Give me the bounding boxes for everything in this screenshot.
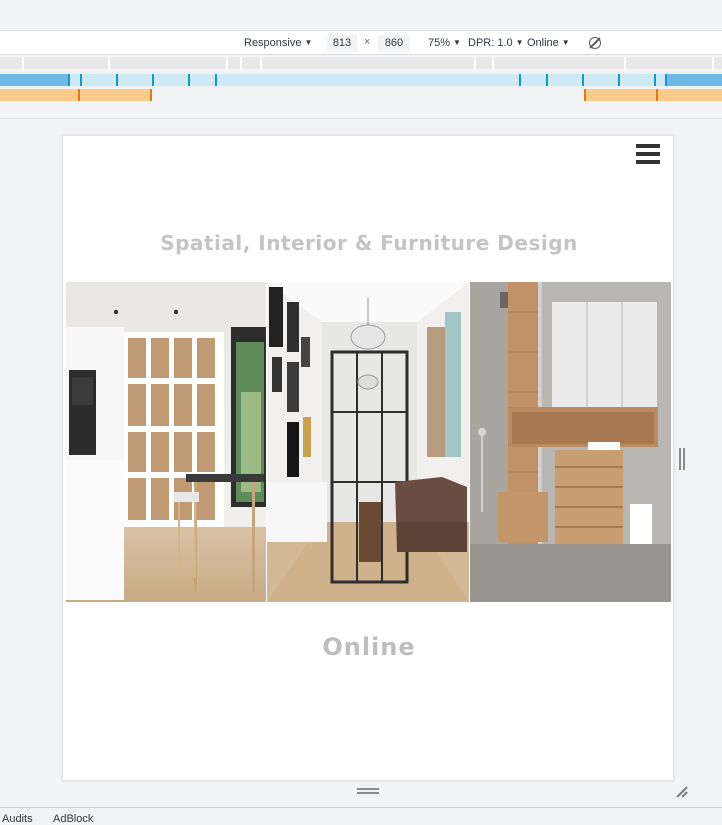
viewport-resize-handle-bottom[interactable] bbox=[357, 788, 379, 794]
dpr-select[interactable]: DPR: 1.0 ▼ bbox=[468, 36, 524, 51]
device-toolbar: Responsive ▼ 813 × 860 75% ▼ DPR: 1.0 ▼ Onl… bbox=[0, 30, 722, 55]
zoom-select-label: 75% bbox=[428, 37, 451, 49]
toolbar-divider bbox=[0, 118, 722, 119]
bathroom-render-image bbox=[470, 282, 671, 602]
width-input[interactable]: 813 bbox=[327, 35, 357, 52]
dpr-select-label: DPR: 1.0 bbox=[468, 37, 513, 49]
device-caret-icon: ▼ bbox=[304, 38, 313, 47]
media-query-bar-grey[interactable] bbox=[0, 57, 722, 70]
network-caret-icon: ▼ bbox=[561, 38, 570, 47]
kitchen-render-image bbox=[66, 282, 266, 602]
media-query-bar-blue[interactable] bbox=[0, 74, 722, 86]
device-select[interactable]: Responsive ▼ bbox=[244, 36, 312, 51]
height-input[interactable]: 860 bbox=[378, 35, 410, 52]
device-select-label: Responsive bbox=[244, 37, 302, 49]
rotate-icon[interactable] bbox=[589, 37, 601, 49]
page-subheading: Online bbox=[322, 633, 416, 661]
tab-adblock[interactable]: AdBlock bbox=[53, 813, 93, 825]
living-room-render-image bbox=[267, 282, 469, 602]
dimension-separator: × bbox=[364, 36, 371, 48]
interior-gallery bbox=[66, 282, 671, 602]
devtools-drawer-tabs: Audits AdBlock bbox=[0, 807, 722, 825]
dpr-caret-icon: ▼ bbox=[515, 38, 524, 47]
tab-audits[interactable]: Audits bbox=[2, 813, 33, 825]
page-headline: Spatial, Interior & Furniture Design bbox=[160, 231, 578, 255]
network-select-label: Online bbox=[527, 37, 559, 49]
zoom-caret-icon: ▼ bbox=[453, 38, 461, 47]
hamburger-menu-icon[interactable] bbox=[636, 144, 660, 166]
media-query-bar-orange[interactable] bbox=[0, 89, 722, 101]
viewport-resize-handle-right[interactable] bbox=[679, 448, 685, 470]
viewport-resize-corner-icon[interactable] bbox=[676, 785, 688, 798]
device-viewport: Spatial, Interior & Furniture Design Onl… bbox=[62, 135, 674, 781]
browser-top-strip bbox=[0, 0, 722, 25]
zoom-select[interactable]: 75% ▼ bbox=[428, 36, 461, 51]
network-throttle-select[interactable]: Online ▼ bbox=[527, 36, 570, 51]
